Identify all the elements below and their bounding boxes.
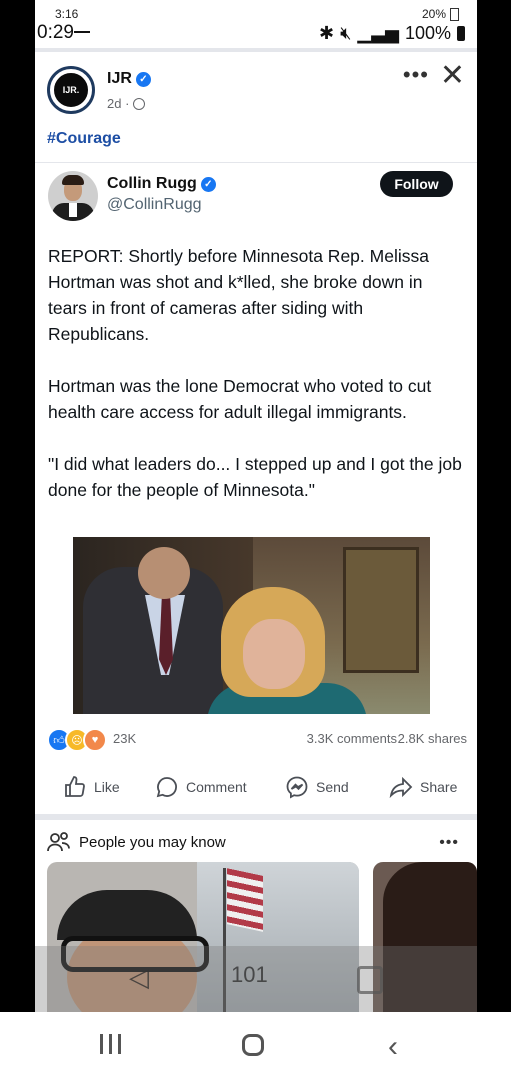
like-icon (65, 776, 85, 797)
tweet-text: REPORT: Shortly before Minnesota Rep. Me… (48, 243, 464, 529)
bluetooth-icon: ✱ (318, 22, 335, 43)
embedded-tweet[interactable]: Collin Rugg ✓ @CollinRugg Follow REPORT:… (35, 162, 477, 723)
inner-back-icon: ◁ (129, 962, 149, 992)
battery-icon (450, 7, 459, 21)
send-button[interactable]: Send (277, 775, 357, 799)
app-screen: 3:16 20% 0:29 ✱ 🔇︎ ▁▃▅ 100% IJR. IJR ✓ 2… (35, 0, 477, 1012)
like-label: Like (94, 779, 120, 795)
back-icon[interactable]: ‹ (388, 1030, 398, 1064)
mute-icon: 🔇︎ (340, 22, 352, 43)
send-label: Send (316, 779, 349, 795)
care-reaction-icon: ♥ (83, 728, 107, 752)
page-name[interactable]: IJR ✓ (107, 70, 151, 88)
status-time: 0:29 (37, 22, 74, 43)
tweet-paragraph: REPORT: Shortly before Minnesota Rep. Me… (48, 246, 429, 344)
inner-recents-icon (357, 966, 383, 994)
home-icon[interactable] (242, 1034, 264, 1056)
close-icon[interactable]: ✕ (440, 58, 465, 93)
verified-icon: ✓ (200, 176, 216, 192)
reactions-bar[interactable]: 👍︎ ☹ ♥ 23K 3.3K comments 2.8K shares (47, 728, 467, 752)
share-icon (389, 776, 413, 799)
tweet-handle: @CollinRugg (107, 196, 202, 213)
more-icon[interactable]: ••• (403, 62, 429, 88)
recents-icon[interactable] (100, 1034, 121, 1054)
messenger-icon (286, 776, 308, 799)
globe-icon (133, 97, 146, 110)
post-actions: Like Comment Send Share (35, 768, 477, 806)
tweet-author-label: Collin Rugg (107, 175, 197, 192)
tweet-paragraph: Hortman was the lone Democrat who voted … (48, 376, 432, 422)
share-label: Share (420, 779, 458, 795)
tweet-author-name[interactable]: Collin Rugg ✓ (107, 175, 216, 193)
status-bar: 0:29 ✱ 🔇︎ ▁▃▅ 100% (35, 20, 477, 46)
page-name-label: IJR (107, 70, 132, 87)
comment-label: Comment (186, 779, 247, 795)
divider (35, 48, 477, 52)
reaction-icons: 👍︎ ☹ ♥ (47, 728, 107, 752)
comments-count[interactable]: 3.3K comments (307, 731, 397, 746)
people-icon (47, 832, 70, 852)
hashtag-link[interactable]: #Courage (47, 130, 121, 148)
comment-icon (156, 777, 177, 798)
post-meta: 2d · (107, 96, 146, 111)
inner-home-label: 101 (231, 962, 268, 987)
pymk-title: People you may know (79, 833, 226, 851)
post-header: IJR. IJR ✓ 2d · ••• ✕ (47, 59, 467, 122)
status-dash (73, 31, 90, 33)
post-age: 2d · (107, 96, 130, 111)
status-battery: 100% (404, 22, 451, 43)
signal-icon: ▁▃▅ (357, 22, 399, 43)
battery-full-icon (457, 25, 465, 41)
ijr-logo-text: IJR. (52, 71, 90, 109)
reaction-count[interactable]: 23K (113, 731, 136, 746)
pymk-header: People you may know (47, 830, 467, 854)
inner-status-time: 3:16 (55, 7, 79, 21)
like-button[interactable]: Like (55, 775, 128, 799)
tweet-avatar[interactable] (48, 171, 98, 221)
shares-count[interactable]: 2.8K shares (398, 731, 467, 746)
section-divider (35, 814, 477, 820)
follow-button[interactable]: Follow (380, 171, 453, 197)
tweet-paragraph: "I did what leaders do... I stepped up a… (48, 454, 462, 500)
ijr-logo-icon[interactable]: IJR. (47, 66, 95, 114)
share-button[interactable]: Share (381, 775, 465, 799)
verified-icon: ✓ (135, 71, 151, 87)
more-icon[interactable]: ••• (439, 834, 459, 852)
comment-button[interactable]: Comment (147, 775, 255, 799)
inner-status-battery: 20% (421, 7, 446, 21)
tweet-photo[interactable] (73, 537, 430, 714)
